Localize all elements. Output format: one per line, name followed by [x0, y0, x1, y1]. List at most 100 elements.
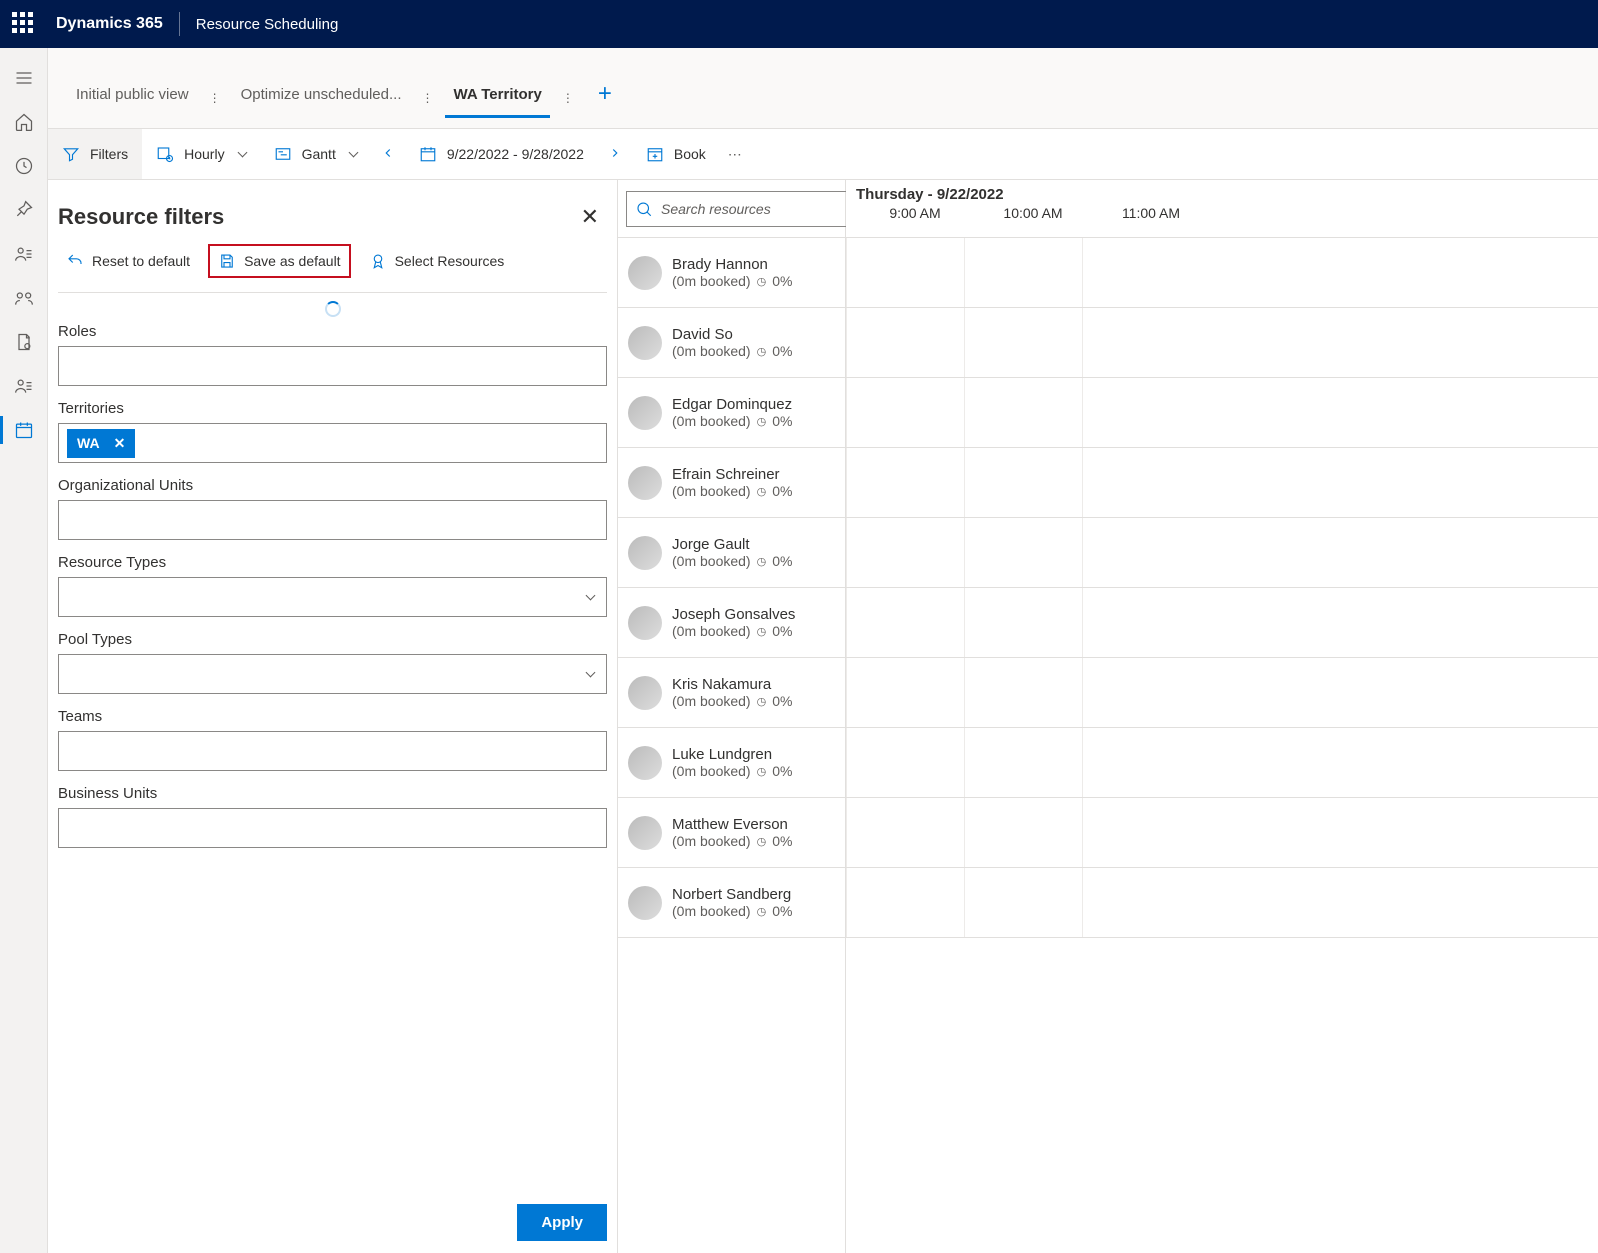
resource-item[interactable]: Luke Lundgren (0m booked) ◷ 0% [618, 728, 845, 798]
schedule-cell[interactable] [846, 308, 964, 377]
schedule-row[interactable] [846, 798, 1598, 868]
select-resources-button[interactable]: Select Resources [361, 246, 513, 276]
schedule-cell[interactable] [1082, 798, 1200, 867]
nav-pin-icon[interactable] [0, 188, 48, 232]
loading-indicator [58, 301, 607, 317]
resource-item[interactable]: Efrain Schreiner (0m booked) ◷ 0% [618, 448, 845, 518]
schedule-cell[interactable] [964, 378, 1082, 447]
avatar [628, 606, 662, 640]
toolbar-overflow-icon[interactable]: ⋯ [720, 146, 750, 163]
search-resources-input[interactable] [626, 191, 851, 227]
filters-panel: Resource filters ✕ Reset to default [48, 180, 618, 1253]
pool-types-select[interactable] [58, 654, 607, 694]
calendar-clock-icon [156, 145, 174, 163]
resource-item[interactable]: David So (0m booked) ◷ 0% [618, 308, 845, 378]
schedule-row[interactable] [846, 868, 1598, 938]
schedule-cell[interactable] [964, 868, 1082, 937]
schedule-cell[interactable] [1082, 378, 1200, 447]
chip-label: WA [77, 435, 100, 451]
schedule-row[interactable] [846, 588, 1598, 658]
tab-menu-icon[interactable]: ⋮ [558, 91, 578, 105]
schedule-hour-label: 11:00 AM [1092, 205, 1210, 221]
schedule-row[interactable] [846, 448, 1598, 518]
schedule-cell[interactable] [1082, 728, 1200, 797]
reset-default-button[interactable]: Reset to default [58, 246, 198, 276]
avatar [628, 326, 662, 360]
date-range-picker[interactable]: 9/22/2022 - 9/28/2022 [405, 129, 598, 179]
tab-menu-icon[interactable]: ⋮ [417, 91, 437, 105]
nav-recent-icon[interactable] [0, 144, 48, 188]
schedule-cell[interactable] [1082, 658, 1200, 727]
schedule-row[interactable] [846, 728, 1598, 798]
nav-people3-icon[interactable] [0, 364, 48, 408]
tab-wa-territory[interactable]: WA Territory [445, 78, 549, 118]
schedule-cell[interactable] [1082, 868, 1200, 937]
resource-item[interactable]: Edgar Dominquez (0m booked) ◷ 0% [618, 378, 845, 448]
schedule-cell[interactable] [964, 588, 1082, 657]
schedule-cell[interactable] [846, 658, 964, 727]
schedule-row[interactable] [846, 238, 1598, 308]
schedule-cell[interactable] [964, 798, 1082, 867]
schedule-cell[interactable] [1082, 448, 1200, 517]
schedule-cell[interactable] [1082, 308, 1200, 377]
nav-calendar-icon[interactable] [0, 408, 48, 452]
schedule-cell[interactable] [964, 658, 1082, 727]
schedule-cell[interactable] [964, 448, 1082, 517]
territories-input[interactable]: WA ✕ [58, 423, 607, 463]
business-units-input[interactable] [58, 808, 607, 848]
nav-home-icon[interactable] [0, 100, 48, 144]
schedule-cell[interactable] [964, 238, 1082, 307]
apply-button[interactable]: Apply [517, 1204, 607, 1241]
view-type-dropdown[interactable]: Gantt [260, 129, 371, 179]
gantt-icon [274, 145, 292, 163]
schedule-cell[interactable] [964, 308, 1082, 377]
tab-menu-icon[interactable]: ⋮ [205, 91, 225, 105]
schedule-cell[interactable] [846, 798, 964, 867]
remove-chip-icon[interactable]: ✕ [114, 435, 126, 452]
avatar [628, 536, 662, 570]
nav-doc-icon[interactable] [0, 320, 48, 364]
roles-input[interactable] [58, 346, 607, 386]
time-scale-dropdown[interactable]: Hourly [142, 129, 259, 179]
resource-item[interactable]: Kris Nakamura (0m booked) ◷ 0% [618, 658, 845, 728]
schedule-cell[interactable] [964, 728, 1082, 797]
schedule-cell[interactable] [846, 448, 964, 517]
add-tab-button[interactable]: + [586, 80, 624, 116]
schedule-cell[interactable] [846, 728, 964, 797]
schedule-cell[interactable] [1082, 238, 1200, 307]
undo-icon [66, 252, 84, 270]
filters-button[interactable]: Filters [48, 129, 142, 179]
book-button[interactable]: Book [632, 129, 720, 179]
schedule-cell[interactable] [1082, 518, 1200, 587]
schedule-cell[interactable] [846, 518, 964, 587]
next-range-button[interactable] [598, 144, 632, 165]
resource-item[interactable]: Matthew Everson (0m booked) ◷ 0% [618, 798, 845, 868]
nav-people2-icon[interactable] [0, 276, 48, 320]
app-launcher-icon[interactable] [12, 12, 36, 36]
resource-item[interactable]: Brady Hannon (0m booked) ◷ 0% [618, 238, 845, 308]
close-filters-button[interactable]: ✕ [573, 200, 607, 234]
org-units-input[interactable] [58, 500, 607, 540]
schedule-row[interactable] [846, 308, 1598, 378]
resource-item[interactable]: Jorge Gault (0m booked) ◷ 0% [618, 518, 845, 588]
teams-input[interactable] [58, 731, 607, 771]
resource-item[interactable]: Norbert Sandberg (0m booked) ◷ 0% [618, 868, 845, 938]
schedule-row[interactable] [846, 378, 1598, 448]
schedule-cell[interactable] [846, 588, 964, 657]
resource-item[interactable]: Joseph Gonsalves (0m booked) ◷ 0% [618, 588, 845, 658]
tab-optimize-unscheduled[interactable]: Optimize unscheduled... [233, 78, 410, 118]
schedule-cell[interactable] [846, 378, 964, 447]
tab-initial-public-view[interactable]: Initial public view [68, 78, 197, 118]
resource-types-select[interactable] [58, 577, 607, 617]
schedule-cell[interactable] [846, 238, 964, 307]
nav-hamburger-icon[interactable] [0, 56, 48, 100]
save-default-button[interactable]: Save as default [208, 244, 351, 278]
schedule-grid: Thursday - 9/22/2022 9:00 AM10:00 AM11:0… [846, 180, 1598, 1253]
schedule-row[interactable] [846, 518, 1598, 588]
schedule-cell[interactable] [1082, 588, 1200, 657]
schedule-cell[interactable] [846, 868, 964, 937]
schedule-cell[interactable] [964, 518, 1082, 587]
schedule-row[interactable] [846, 658, 1598, 728]
prev-range-button[interactable] [371, 144, 405, 165]
nav-people-icon[interactable] [0, 232, 48, 276]
